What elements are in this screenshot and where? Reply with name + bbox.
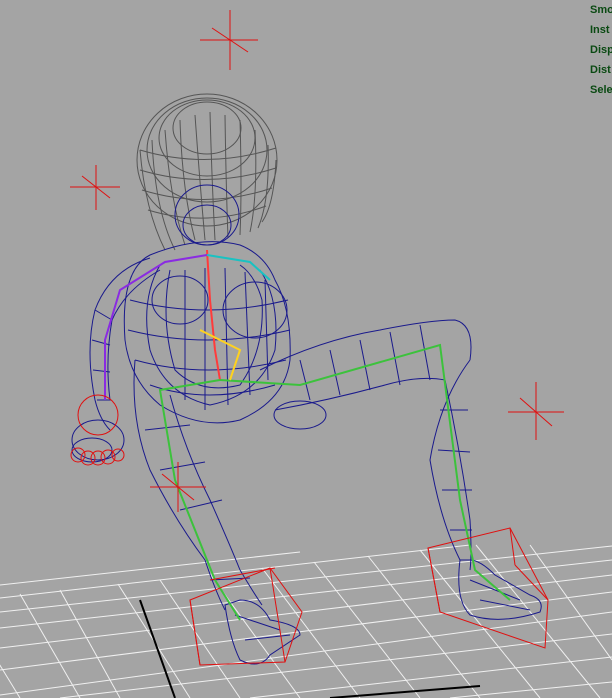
locator-cross-icon[interactable] [200, 10, 258, 70]
locator-cross-icon[interactable] [150, 462, 206, 512]
hud-line-smooth: Smo [590, 4, 612, 16]
hud-line-distance: Dist [590, 64, 611, 76]
locator-cross-icon[interactable] [508, 382, 564, 440]
ik-handle-box-icon[interactable] [427, 527, 549, 649]
hud-line-selection: Sele [590, 84, 612, 96]
hud-line-instance: Inst [590, 24, 610, 36]
ground-grid [0, 544, 612, 698]
3d-viewport[interactable]: Smo Inst Disp Dist Sele [0, 0, 612, 698]
locator-cross-icon[interactable] [70, 165, 120, 210]
viewport-canvas[interactable] [0, 0, 612, 698]
hair-wireframe[interactable] [136, 93, 278, 251]
hud-line-display: Disp [590, 44, 612, 56]
ik-handle-box-icon[interactable] [189, 567, 303, 666]
heads-up-display: Smo Inst Disp Dist Sele [590, 0, 612, 100]
